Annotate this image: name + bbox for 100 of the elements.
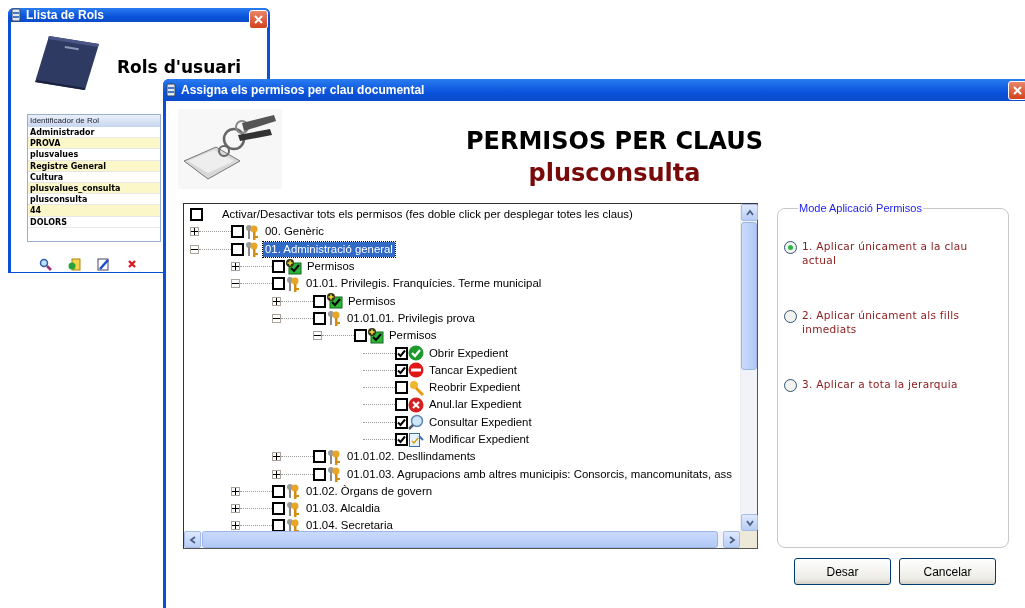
no-entry-icon	[408, 362, 424, 379]
checkbox[interactable]	[354, 329, 367, 343]
table-row[interactable]: 44	[28, 205, 160, 217]
toolbar-button[interactable]	[66, 256, 82, 272]
checkbox[interactable]	[313, 311, 326, 325]
expand-button[interactable]	[272, 296, 281, 306]
collapse-button[interactable]	[190, 244, 199, 254]
checkbox[interactable]	[395, 398, 408, 412]
tree-item[interactable]: Modificar Expedient	[427, 432, 532, 447]
checkbox[interactable]	[395, 363, 408, 377]
expand-button[interactable]	[231, 486, 240, 496]
checkbox[interactable]	[272, 277, 285, 291]
heading: PERMISOS PER CLAUS	[466, 127, 763, 155]
radio-button[interactable]	[784, 310, 797, 323]
keys-icon	[326, 310, 342, 327]
expand-button[interactable]	[272, 452, 281, 462]
checkbox[interactable]	[395, 346, 408, 360]
close-button[interactable]	[249, 10, 268, 29]
radio-label[interactable]: 1. Aplicar únicament a la clau actual	[802, 239, 1002, 267]
tree-item[interactable]: Obrir Expedient	[427, 345, 511, 361]
radio-label[interactable]: 2. Aplicar únicament als fills inmediats	[802, 308, 1002, 336]
keys-icon	[326, 466, 342, 483]
tree-item[interactable]: Tancar Expedient	[427, 362, 519, 378]
table-row[interactable]: Cultura	[28, 171, 160, 183]
tree-item[interactable]: Reobrir Expedient	[427, 380, 523, 396]
tree-item[interactable]: 00. Genèric	[263, 224, 326, 240]
tree-item[interactable]: 01.01.02. Desllindaments	[345, 449, 478, 465]
tree-item[interactable]: 01.03. Alcaldia	[304, 501, 383, 517]
table-row[interactable]: Registre General	[28, 160, 160, 172]
permissions-icon	[367, 327, 384, 344]
checkbox[interactable]	[313, 294, 326, 308]
keys-icon	[326, 448, 342, 465]
tree-item[interactable]: Permisos	[305, 259, 357, 275]
tree-item[interactable]: 01.01. Privilegis. Franquícies. Terme municipal	[304, 276, 544, 292]
checkbox[interactable]	[395, 381, 408, 395]
scrollbar-corner	[740, 531, 757, 548]
checkbox[interactable]	[272, 484, 285, 498]
table-row[interactable]: PROVA	[28, 138, 160, 150]
checkbox[interactable]	[272, 519, 285, 531]
tree-item[interactable]: Activar/Desactivar tots els permisos (fes doble click per desplegar totes les claus)	[220, 207, 635, 223]
tree-item[interactable]: 01.04. Secretaria	[304, 518, 395, 531]
tree-item[interactable]: Permisos	[346, 293, 398, 309]
expand-button[interactable]	[231, 262, 240, 272]
checkbox[interactable]	[190, 208, 203, 222]
expand-button[interactable]	[231, 504, 240, 514]
plus-icon	[232, 505, 239, 513]
plus-icon	[191, 228, 198, 236]
collapse-button[interactable]	[313, 331, 322, 341]
radio-button[interactable]	[784, 241, 797, 254]
tree-item[interactable]: Consultar Expedient	[427, 414, 534, 430]
document-plus-icon	[67, 257, 81, 271]
tree-item[interactable]: 01. Administració general	[263, 241, 395, 257]
window-title: Assigna els permisos per clau documental	[181, 83, 425, 97]
dialog-button[interactable]: Cancelar	[899, 558, 996, 585]
permissions-icon	[326, 293, 343, 310]
tree-item[interactable]: 01.02. Òrgans de govern	[304, 483, 434, 499]
delete-icon	[127, 259, 137, 269]
expand-button[interactable]	[190, 227, 199, 237]
plus-icon	[273, 453, 280, 461]
keys-icon	[285, 483, 301, 500]
plus-icon	[232, 263, 239, 271]
table-row[interactable]: plusvalues	[28, 149, 160, 161]
vertical-scrollbar[interactable]	[740, 204, 757, 531]
checkbox[interactable]	[272, 260, 285, 274]
collapse-button[interactable]	[231, 279, 240, 289]
checkbox[interactable]	[231, 242, 244, 256]
toolbar-button[interactable]	[95, 256, 111, 272]
expand-button[interactable]	[272, 469, 281, 479]
key-icon	[408, 379, 424, 396]
close-button[interactable]	[1008, 81, 1025, 100]
radio-button[interactable]	[784, 379, 797, 392]
group-legend: Mode Aplicació Permisos	[798, 202, 923, 214]
tree-item[interactable]: 01.01.01. Privilegis prova	[345, 310, 477, 326]
app-icon	[10, 8, 22, 22]
checkbox[interactable]	[231, 225, 244, 239]
checkbox[interactable]	[272, 502, 285, 516]
search-icon	[38, 257, 52, 271]
tree-item[interactable]: 01.01.03. Agrupacions amb altres municipis: Consorcis, mancomunitats, ass	[345, 466, 734, 482]
tree-item[interactable]: Permisos	[387, 328, 439, 344]
checkbox[interactable]	[395, 415, 408, 429]
close-icon	[1012, 85, 1023, 96]
window-title: Llista de Rols	[26, 8, 105, 22]
column-header: Identificador de Rol	[28, 115, 160, 127]
checkbox[interactable]	[313, 467, 326, 481]
permissions-icon	[285, 258, 302, 275]
expand-button[interactable]	[231, 521, 240, 531]
checkbox[interactable]	[395, 433, 408, 446]
collapse-button[interactable]	[272, 313, 281, 323]
table-row[interactable]: DOLORS	[28, 216, 160, 228]
radio-label[interactable]: 3. Aplicar a tota la jerarquia	[802, 377, 958, 391]
keys-icon	[244, 223, 260, 240]
keys-icon	[285, 275, 301, 292]
tree-item[interactable]: Anul.lar Expedient	[427, 397, 524, 413]
horizontal-scrollbar[interactable]	[184, 531, 740, 548]
heading: Rols d'usuari	[117, 57, 241, 77]
table-row[interactable]: plusconsulta	[28, 194, 160, 206]
dialog-button[interactable]: Desar	[794, 558, 891, 585]
toolbar-button[interactable]	[37, 256, 53, 272]
close-icon	[253, 14, 264, 25]
checkbox[interactable]	[313, 450, 326, 464]
